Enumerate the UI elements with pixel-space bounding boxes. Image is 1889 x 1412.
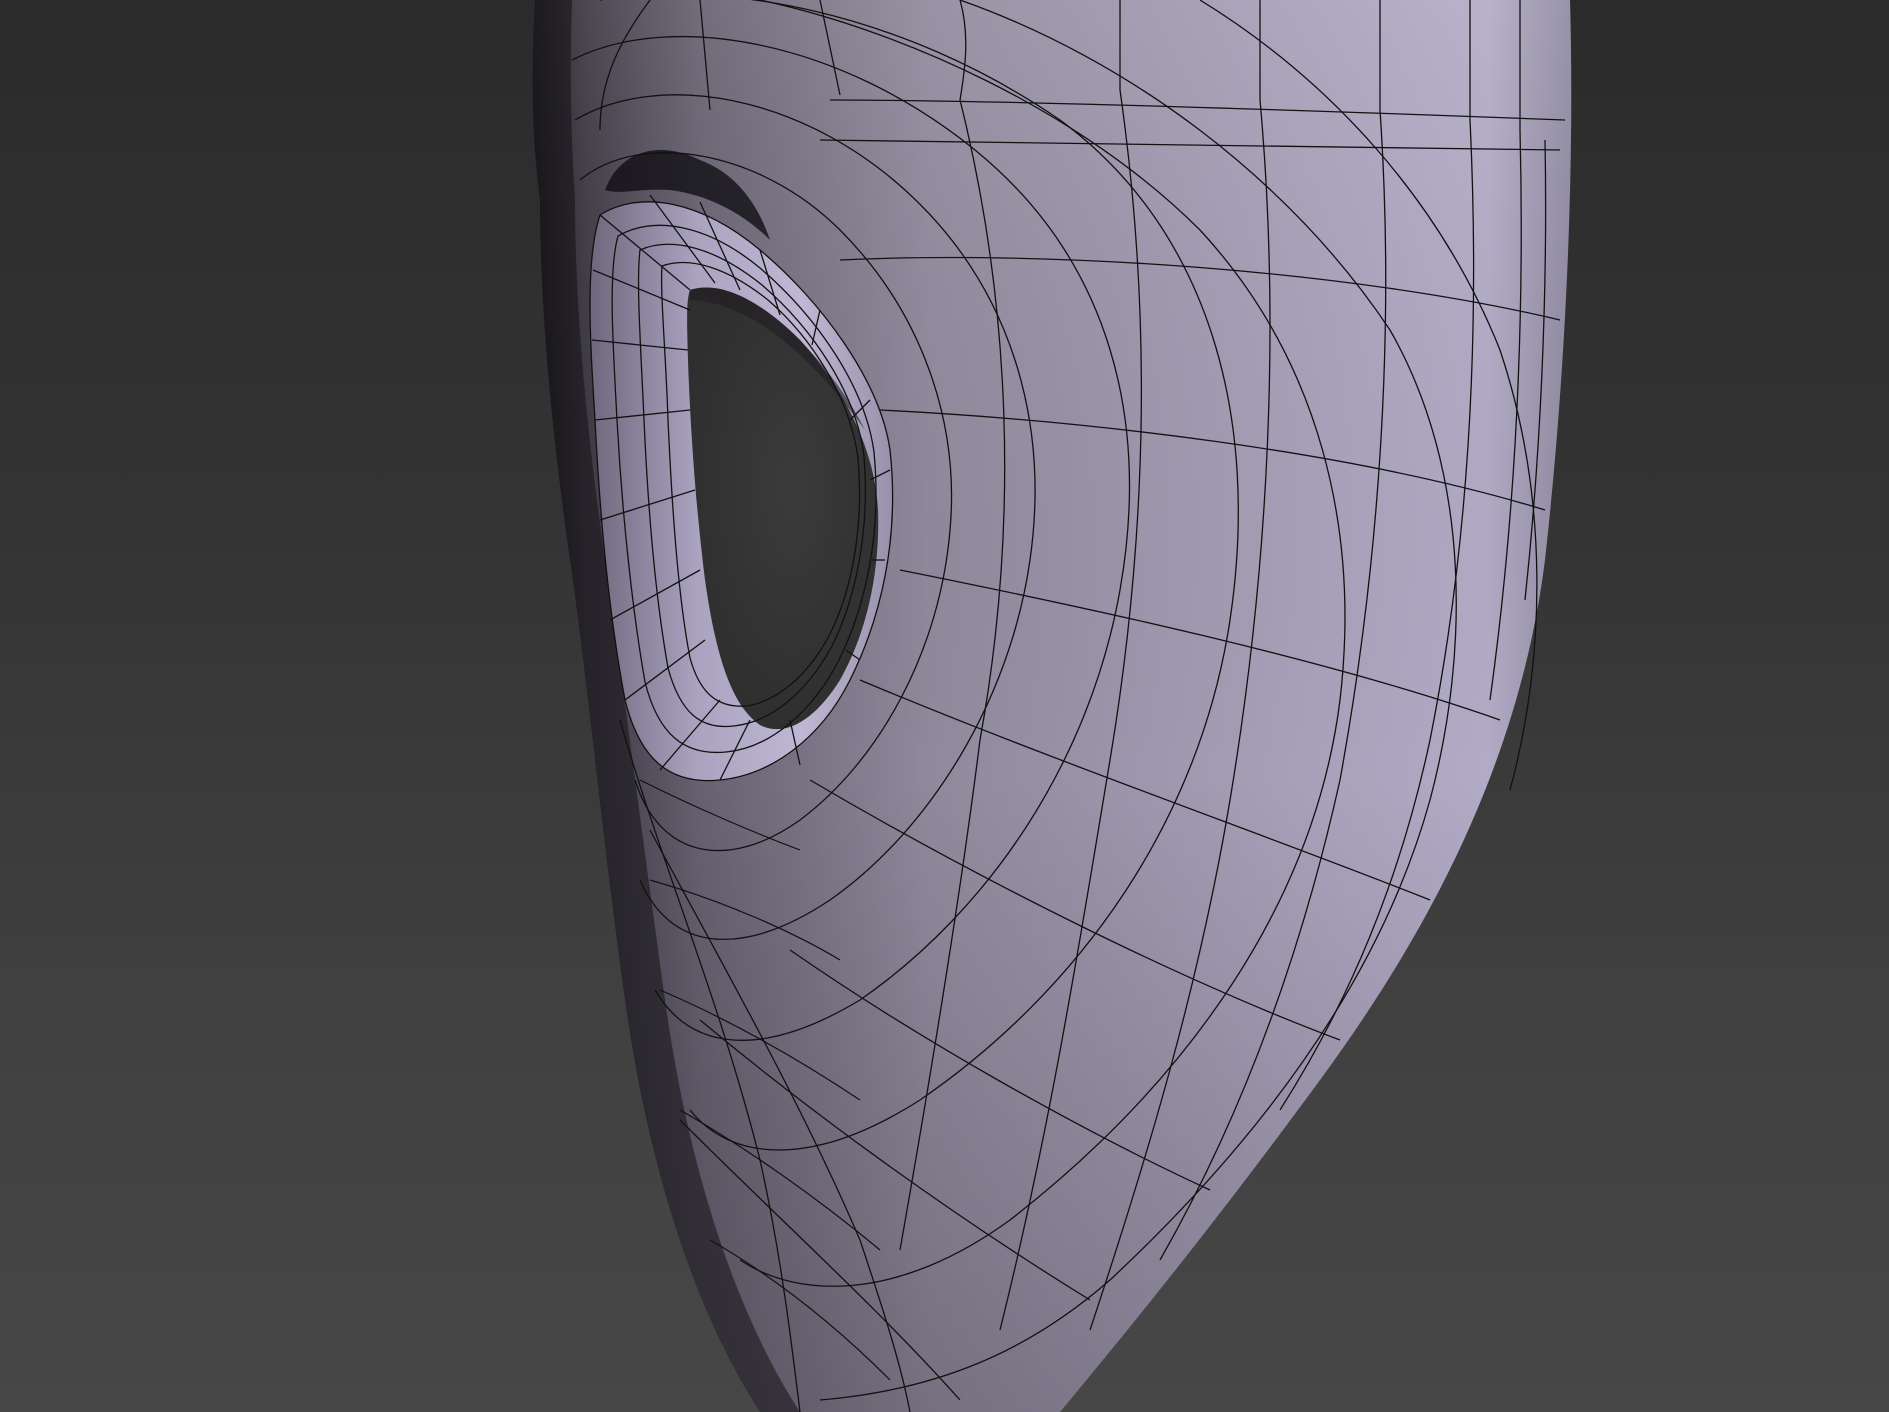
3d-viewport[interactable] bbox=[0, 0, 1889, 1412]
mesh-render bbox=[532, 0, 1572, 1412]
